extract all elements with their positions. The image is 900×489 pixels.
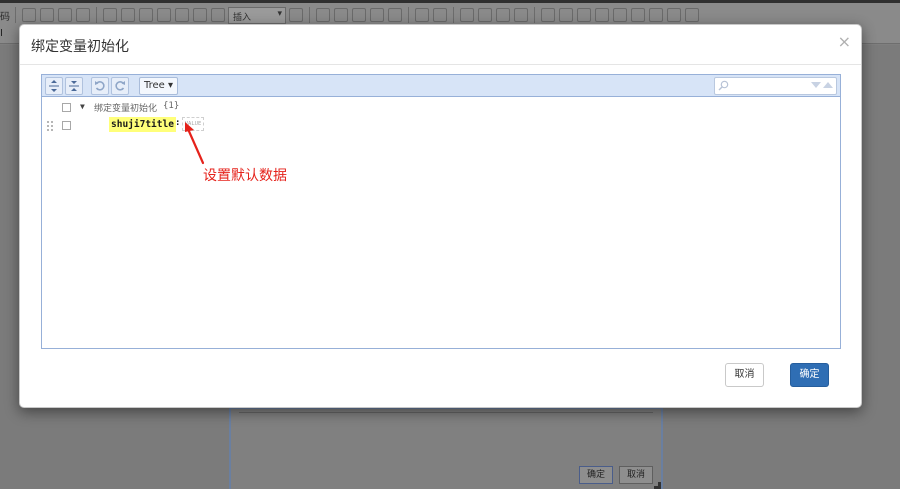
insert-select[interactable]: 插入 bbox=[228, 6, 286, 24]
search-icon bbox=[718, 80, 729, 91]
close-button[interactable]: × bbox=[838, 33, 851, 51]
find-icon[interactable] bbox=[460, 8, 474, 22]
paste-icon[interactable] bbox=[352, 8, 366, 22]
drag-handle-icon[interactable] bbox=[47, 121, 53, 131]
separator bbox=[408, 7, 409, 23]
cancel-button[interactable]: 取消 bbox=[725, 363, 764, 387]
redo-icon[interactable] bbox=[433, 8, 447, 22]
separator bbox=[15, 7, 16, 23]
separator bbox=[453, 7, 454, 23]
select-icon[interactable] bbox=[631, 8, 645, 22]
cut-icon[interactable] bbox=[316, 8, 330, 22]
collapse-all-icon[interactable] bbox=[65, 77, 83, 95]
select-all-icon[interactable] bbox=[496, 8, 510, 22]
textfield-icon[interactable] bbox=[595, 8, 609, 22]
checkbox-icon[interactable] bbox=[559, 8, 573, 22]
row-checkbox[interactable] bbox=[62, 121, 71, 130]
refresh-icon[interactable] bbox=[175, 8, 189, 22]
search-previous-icon[interactable] bbox=[823, 82, 833, 88]
redo-icon[interactable] bbox=[111, 77, 129, 95]
close-icon[interactable] bbox=[211, 8, 225, 22]
variable-init-modal: 绑定变量初始化 × Tree ▾ ▼ 绑定变量初始化 {1} shuji7tit… bbox=[19, 24, 862, 408]
document-icon[interactable] bbox=[289, 8, 303, 22]
image-button-icon[interactable] bbox=[667, 8, 681, 22]
radio-icon[interactable] bbox=[577, 8, 591, 22]
save-icon[interactable] bbox=[103, 8, 117, 22]
form-icon[interactable] bbox=[541, 8, 555, 22]
resize-grip-icon[interactable] bbox=[654, 482, 661, 489]
search-input[interactable] bbox=[714, 77, 837, 95]
new-page-icon[interactable] bbox=[121, 8, 135, 22]
tree-row-field: shuji7title : VALUE bbox=[42, 117, 840, 135]
top-bar bbox=[0, 0, 900, 3]
search-next-icon[interactable] bbox=[811, 82, 821, 88]
bg-ok-button[interactable]: 确定 bbox=[579, 466, 614, 484]
paste-word-icon[interactable] bbox=[388, 8, 402, 22]
button-icon[interactable] bbox=[649, 8, 663, 22]
textarea-icon[interactable] bbox=[613, 8, 627, 22]
separator bbox=[309, 7, 310, 23]
tree-row-root: ▼ 绑定变量初始化 {1} bbox=[42, 99, 840, 117]
hidden-field-icon[interactable] bbox=[685, 8, 699, 22]
mode-dropdown[interactable]: Tree ▾ bbox=[139, 77, 179, 95]
redo-icon[interactable] bbox=[58, 8, 72, 22]
preview-icon[interactable] bbox=[139, 8, 153, 22]
background-dialog-frame bbox=[239, 409, 653, 413]
annotation-label: 设置默认数据 bbox=[203, 168, 287, 184]
editor-menu: Tree ▾ bbox=[42, 75, 840, 97]
field-colon: : bbox=[175, 118, 181, 128]
print-icon[interactable] bbox=[157, 8, 171, 22]
collapse-triangle-icon[interactable]: ▼ bbox=[80, 102, 85, 111]
bg-toolbar-label: 码 bbox=[0, 11, 10, 23]
confirm-button[interactable]: 确定 bbox=[790, 363, 829, 387]
root-count: {1} bbox=[163, 101, 180, 111]
expand-all-icon[interactable] bbox=[45, 77, 63, 95]
copy-icon[interactable] bbox=[334, 8, 348, 22]
modal-header: 绑定变量初始化 × bbox=[20, 25, 861, 65]
background-dialog: 确定 取消 bbox=[229, 407, 663, 489]
row-checkbox[interactable] bbox=[62, 103, 71, 112]
spellcheck-icon[interactable] bbox=[514, 8, 528, 22]
annotation-arrow-icon bbox=[185, 122, 205, 165]
undo-icon[interactable] bbox=[40, 8, 54, 22]
root-label: 绑定变量初始化 bbox=[94, 104, 158, 114]
replace-icon[interactable] bbox=[478, 8, 492, 22]
modal-title: 绑定变量初始化 bbox=[31, 39, 129, 55]
undo-icon[interactable] bbox=[91, 77, 109, 95]
paste-text-icon[interactable] bbox=[370, 8, 384, 22]
separator bbox=[534, 7, 535, 23]
lock-icon[interactable] bbox=[193, 8, 207, 22]
cut-icon[interactable] bbox=[22, 8, 36, 22]
link-icon[interactable] bbox=[76, 8, 90, 22]
field-key[interactable]: shuji7title bbox=[109, 117, 176, 132]
json-editor: Tree ▾ ▼ 绑定变量初始化 {1} shuji7title : VALUE bbox=[41, 74, 841, 349]
background-toolbar-row: 码 插入 bbox=[0, 5, 700, 25]
bg-cancel-button[interactable]: 取消 bbox=[619, 466, 654, 484]
separator bbox=[96, 7, 97, 23]
undo-icon[interactable] bbox=[415, 8, 429, 22]
background-toolbar-row2: I bbox=[0, 28, 3, 39]
